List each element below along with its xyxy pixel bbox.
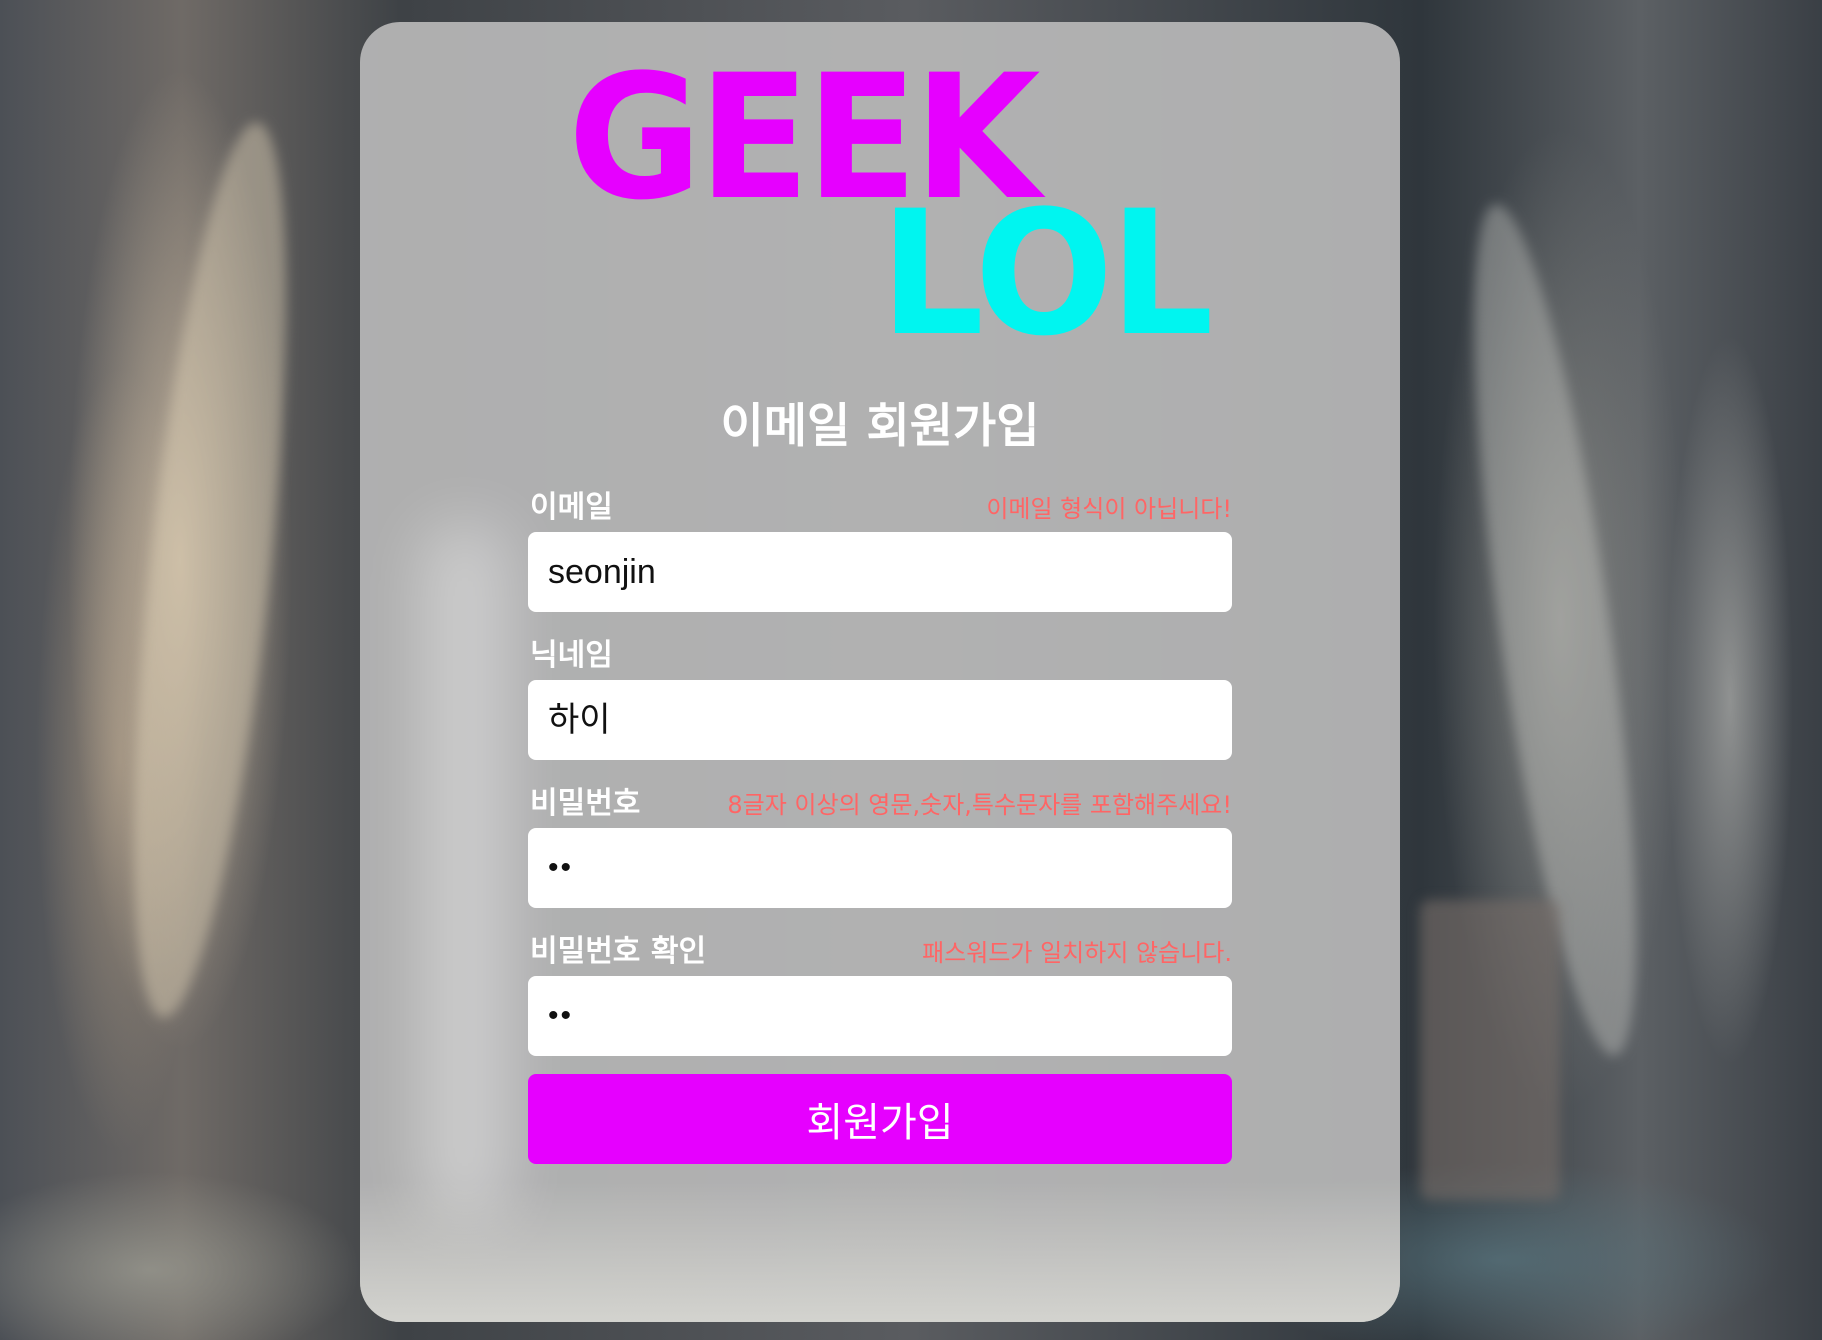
password-confirm-label: 비밀번호 확인 — [530, 934, 707, 969]
nickname-field-group: 닉네임 — [528, 636, 1232, 760]
nickname-label-row: 닉네임 — [528, 636, 1232, 680]
password-field-group: 비밀번호 8글자 이상의 영문,숫자,특수문자를 포함해주세요! — [528, 784, 1232, 908]
password-confirm-input[interactable] — [528, 976, 1232, 1056]
email-error-message: 이메일 형식이 아닙니다! — [986, 495, 1232, 523]
card-bottom-fade — [360, 1182, 1400, 1322]
email-input[interactable] — [528, 532, 1232, 612]
email-label-row: 이메일 이메일 형식이 아닙니다! — [528, 488, 1232, 532]
nickname-input[interactable] — [528, 680, 1232, 760]
background-drape-left — [103, 116, 317, 1024]
signup-submit-button[interactable]: 회원가입 — [528, 1074, 1232, 1164]
password-confirm-label-row: 비밀번호 확인 패스워드가 일치하지 않습니다. — [528, 932, 1232, 976]
password-confirm-error-message: 패스워드가 일치하지 않습니다. — [922, 939, 1232, 967]
password-label: 비밀번호 — [530, 786, 641, 821]
email-field-group: 이메일 이메일 형식이 아닙니다! — [528, 488, 1232, 612]
background-pillar-right — [1420, 900, 1560, 1200]
page-title: 이메일 회원가입 — [720, 399, 1040, 454]
logo-lol-text: LOL — [880, 173, 1214, 374]
password-label-row: 비밀번호 8글자 이상의 영문,숫자,특수문자를 포함해주세요! — [528, 784, 1232, 828]
signup-card: GEEK LOL 이메일 회원가입 이메일 이메일 형식이 아닙니다! 닉네임 … — [360, 22, 1400, 1322]
password-input[interactable] — [528, 828, 1232, 908]
password-error-message: 8글자 이상의 영문,숫자,특수문자를 포함해주세요! — [727, 791, 1232, 819]
geeklol-logo[interactable]: GEEK LOL — [360, 22, 1400, 360]
email-label: 이메일 — [530, 490, 613, 525]
card-light-glare — [420, 522, 510, 1222]
password-confirm-field-group: 비밀번호 확인 패스워드가 일치하지 않습니다. — [528, 932, 1232, 1056]
nickname-label: 닉네임 — [530, 638, 613, 673]
